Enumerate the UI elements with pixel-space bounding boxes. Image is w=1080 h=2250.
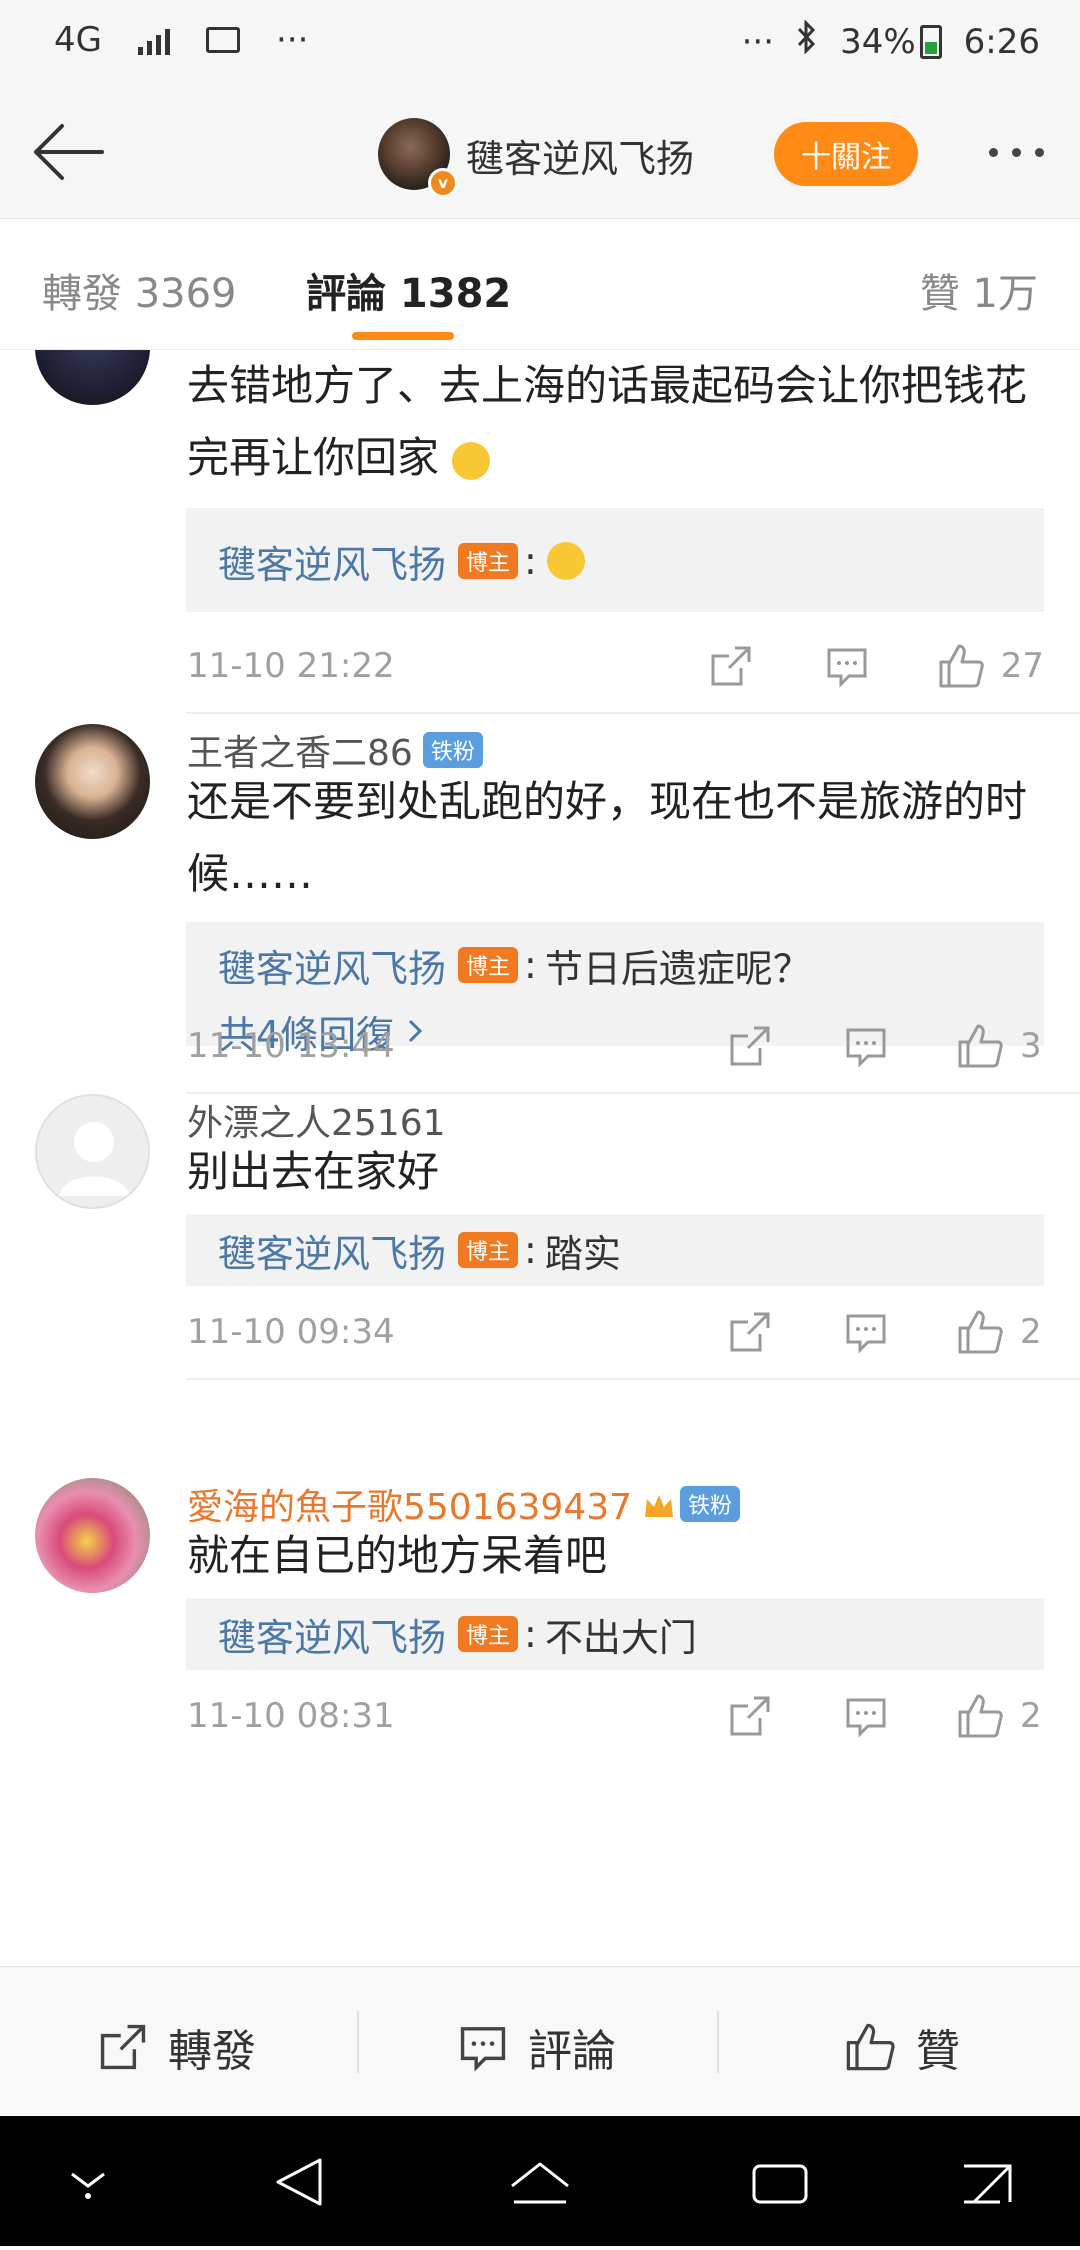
comment-icon[interactable] (838, 1018, 894, 1074)
reply-author[interactable]: 毽客逆风飞扬 (218, 1607, 446, 1662)
app-header: v 毽客逆风飞扬 十關注 (0, 90, 1080, 219)
comment-divider (186, 712, 1080, 714)
signal-icon (137, 25, 170, 55)
like-count: 3 (1020, 1026, 1042, 1066)
tab-bar: 轉發 3369 評論 1382 贊 1万 (0, 219, 1080, 350)
system-navigation-bar (0, 2116, 1080, 2246)
user-avatar[interactable] (35, 1478, 150, 1593)
tab-like[interactable]: 贊 1万 (920, 261, 1038, 319)
reply-text: 不出大门 (544, 1615, 697, 1660)
battery-percent: 34% (840, 21, 916, 62)
comment-icon[interactable] (838, 1688, 894, 1744)
comment-time: 11-10 08:31 (187, 1696, 395, 1736)
blogger-name[interactable]: 毽客逆风飞扬 (466, 128, 694, 183)
tab-repost[interactable]: 轉發 3369 (42, 261, 237, 319)
comment-meta: 11-10 09:34 2 (187, 1304, 1044, 1364)
bottom-action-bar: 轉發 評論 贊 (0, 1966, 1080, 2117)
reply-text: 节日后遗症呢？ (544, 946, 811, 991)
thinking-face-icon (452, 441, 491, 480)
reply-author[interactable]: 毽客逆风飞扬 (218, 1223, 446, 1278)
reply-box[interactable]: 毽客逆风飞扬 博主 : 踏实 (186, 1214, 1044, 1286)
like-icon[interactable] (952, 1018, 1008, 1074)
comment-text: 还是不要到处乱跑的好，现在也不是旅游的时候…… (187, 777, 1028, 898)
comment-time: 11-10 21:22 (187, 646, 395, 686)
comment-icon (460, 2027, 506, 2072)
back-triangle-icon[interactable] (276, 2158, 322, 2206)
fan-badge: 铁粉 (680, 1486, 741, 1522)
like-icon (846, 2023, 895, 2071)
like-count: 27 (1000, 646, 1044, 686)
more-options-icon[interactable] (989, 148, 1044, 157)
comment-text: 别出去在家好 (187, 1147, 440, 1196)
like-count: 2 (1020, 1312, 1042, 1352)
comment-list[interactable]: 去错地方了、去上海的话最起码会让你把钱花完再让你回家 毽客逆风飞扬 博主 : 1… (0, 350, 1080, 1966)
comment-meta: 11-10 13:44 3 (187, 1018, 1044, 1078)
comment-text: 就在自已的地方呆着吧 (187, 1531, 608, 1580)
fan-badge: 铁粉 (422, 732, 483, 768)
home-icon[interactable] (511, 2162, 569, 2204)
active-tab-indicator (352, 332, 454, 340)
like-icon[interactable] (952, 1688, 1008, 1744)
blogger-badge: 博主 (458, 1616, 519, 1652)
share-icon[interactable] (722, 1018, 778, 1074)
expand-icon[interactable] (964, 2164, 1012, 2204)
collapse-icon[interactable] (71, 2172, 105, 2199)
like-count: 2 (1020, 1696, 1042, 1736)
repost-icon (100, 2024, 146, 2070)
blogger-badge: 博主 (458, 543, 519, 579)
user-avatar[interactable] (35, 724, 150, 839)
network-indicator: 4G (54, 20, 102, 60)
share-icon[interactable] (722, 1304, 778, 1360)
comment-icon[interactable] (838, 1304, 894, 1360)
notification-overflow: ··· (275, 20, 309, 60)
reply-author[interactable]: 毽客逆风飞扬 (218, 534, 446, 589)
default-avatar[interactable] (35, 1094, 150, 1209)
comment-button[interactable]: 評論 (458, 2015, 616, 2079)
share-icon[interactable] (703, 638, 759, 694)
like-button[interactable]: 贊 (844, 2015, 960, 2079)
repost-button[interactable]: 轉發 (98, 2015, 256, 2079)
comment-text: 去错地方了、去上海的话最起码会让你把钱花完再让你回家 (187, 361, 1028, 482)
battery-icon (919, 24, 942, 59)
comment-time: 11-10 09:34 (187, 1312, 395, 1352)
reply-author[interactable]: 毽客逆风飞扬 (218, 938, 446, 993)
comment-divider (186, 1378, 1080, 1380)
separator (717, 2011, 719, 2073)
status-bar: 4G ··· ··· 34% 6:26 (0, 0, 1080, 90)
blogger-badge: 博主 (458, 1232, 519, 1268)
comment-time: 11-10 13:44 (187, 1026, 395, 1066)
laughing-face-icon (546, 542, 585, 580)
user-avatar[interactable] (35, 350, 150, 405)
verified-icon: v (428, 168, 458, 198)
blogger-badge: 博主 (458, 947, 519, 983)
share-icon[interactable] (722, 1688, 778, 1744)
reply-text: 踏实 (544, 1231, 621, 1276)
image-notification-icon (205, 27, 240, 53)
comment-meta: 11-10 08:31 2 (187, 1688, 1044, 1748)
reply-box[interactable]: 毽客逆风飞扬 博主 : (186, 508, 1044, 612)
comment-meta: 11-10 21:22 27 (187, 638, 1044, 698)
like-icon[interactable] (952, 1304, 1008, 1360)
reply-box[interactable]: 毽客逆风飞扬 博主 : 不出大门 (186, 1598, 1044, 1670)
follow-button[interactable]: 十關注 (774, 122, 918, 186)
clock: 6:26 (963, 21, 1040, 62)
like-icon[interactable] (933, 638, 989, 694)
vip-crown-icon (642, 1489, 676, 1519)
bluetooth-icon (796, 19, 818, 63)
status-overflow: ··· (741, 21, 775, 62)
recents-icon[interactable] (752, 2164, 808, 2204)
back-arrow-icon[interactable] (28, 120, 108, 184)
comment-icon[interactable] (819, 638, 875, 694)
separator (357, 2011, 359, 2073)
